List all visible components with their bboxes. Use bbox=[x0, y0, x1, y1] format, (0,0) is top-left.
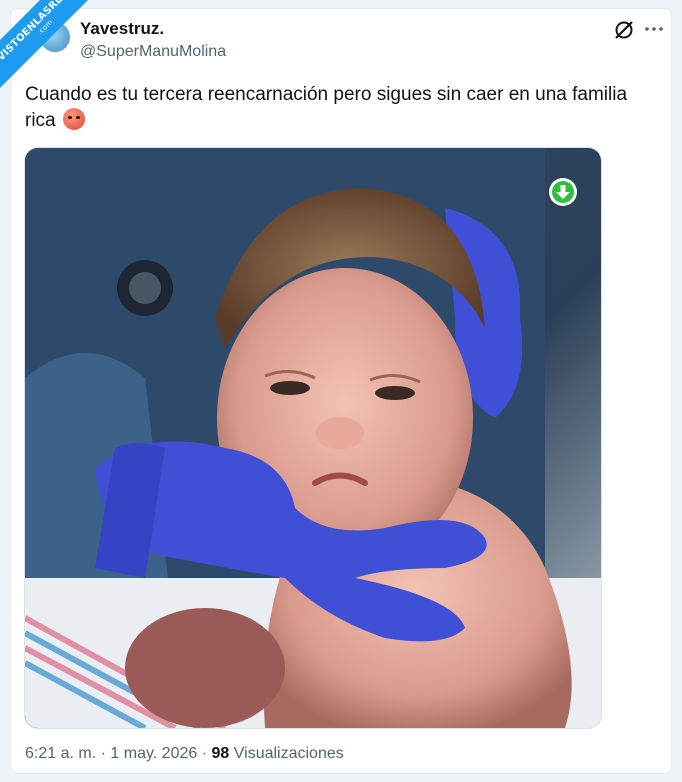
tweet-date[interactable]: 1 may. 2026 bbox=[110, 745, 197, 762]
x-logo-icon[interactable] bbox=[612, 18, 636, 42]
download-icon[interactable] bbox=[548, 177, 578, 207]
tweet-meta: 6:21 a. m. · 1 may. 2026 · 98 Visualizac… bbox=[25, 745, 344, 763]
views-count: 98 bbox=[211, 745, 230, 762]
tweet-time[interactable]: 6:21 a. m. bbox=[25, 745, 96, 762]
baby-photo bbox=[25, 148, 601, 728]
tweet-body: Cuando es tu tercera reencarnación pero … bbox=[25, 84, 628, 131]
tweet-text: Cuando es tu tercera reencarnación pero … bbox=[25, 82, 655, 134]
meta-separator: · bbox=[201, 745, 208, 762]
angry-face-icon bbox=[62, 108, 85, 130]
more-icon[interactable] bbox=[643, 18, 665, 40]
author-handle[interactable]: @SuperManuMolina bbox=[80, 43, 226, 61]
tweet-media-image[interactable] bbox=[24, 147, 602, 729]
meta-separator: · bbox=[100, 745, 106, 762]
author-name[interactable]: Yavestruz. bbox=[80, 19, 164, 39]
views-label: Visualizaciones bbox=[233, 745, 344, 762]
